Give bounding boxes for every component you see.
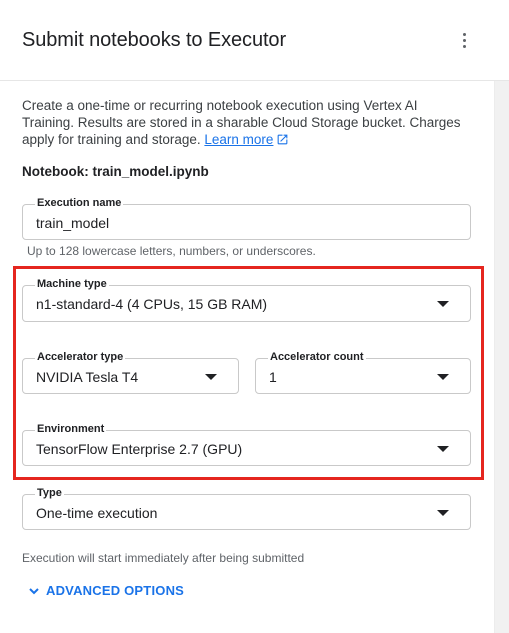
type-label: Type xyxy=(35,486,64,500)
machine-type-value: n1-standard-4 (4 CPUs, 15 GB RAM) xyxy=(36,296,268,312)
description: Create a one-time or recurring notebook … xyxy=(22,97,470,148)
dropdown-caret-icon xyxy=(437,301,449,307)
accelerator-type-label: Accelerator type xyxy=(35,350,126,364)
type-value: One-time execution xyxy=(36,505,158,521)
open-in-new-icon xyxy=(278,134,288,145)
execution-name-field[interactable]: Execution name train_model xyxy=(22,196,471,240)
type-hint: Execution will start immediately after b… xyxy=(22,551,305,565)
dropdown-caret-icon xyxy=(437,374,449,380)
advanced-options-label: ADVANCED OPTIONS xyxy=(46,583,185,598)
scrollbar[interactable] xyxy=(494,81,509,633)
environment-value: TensorFlow Enterprise 2.7 (GPU) xyxy=(36,441,243,457)
dropdown-caret-icon xyxy=(437,510,449,516)
dropdown-caret-icon xyxy=(437,446,449,452)
panel-header: Submit notebooks to Executor xyxy=(0,0,509,81)
panel-title: Submit notebooks to Executor xyxy=(22,29,287,51)
execution-name-label: Execution name xyxy=(35,196,124,210)
accelerator-count-label: Accelerator count xyxy=(268,350,366,364)
advanced-options-toggle[interactable]: ADVANCED OPTIONS xyxy=(28,583,184,598)
more-vert-icon[interactable] xyxy=(452,28,476,52)
accelerator-count-select[interactable]: Accelerator count 1 xyxy=(255,350,471,394)
accelerator-type-select[interactable]: Accelerator type NVIDIA Tesla T4 xyxy=(22,350,239,394)
machine-type-select[interactable]: Machine type n1-standard-4 (4 CPUs, 15 G… xyxy=(22,277,471,322)
notebook-name: Notebook: train_model.ipynb xyxy=(22,164,209,179)
accelerator-count-value: 1 xyxy=(269,369,277,385)
type-select[interactable]: Type One-time execution xyxy=(22,486,471,530)
accelerator-type-value: NVIDIA Tesla T4 xyxy=(36,369,139,385)
machine-type-label: Machine type xyxy=(35,277,109,291)
environment-label: Environment xyxy=(35,422,107,436)
dropdown-caret-icon xyxy=(205,374,217,380)
chevron-down-icon xyxy=(29,587,39,594)
execution-name-hint: Up to 128 lowercase letters, numbers, or… xyxy=(27,244,316,258)
execution-name-value: train_model xyxy=(36,215,110,231)
learn-more-link[interactable]: Learn more xyxy=(204,132,289,147)
environment-select[interactable]: Environment TensorFlow Enterprise 2.7 (G… xyxy=(22,422,471,466)
